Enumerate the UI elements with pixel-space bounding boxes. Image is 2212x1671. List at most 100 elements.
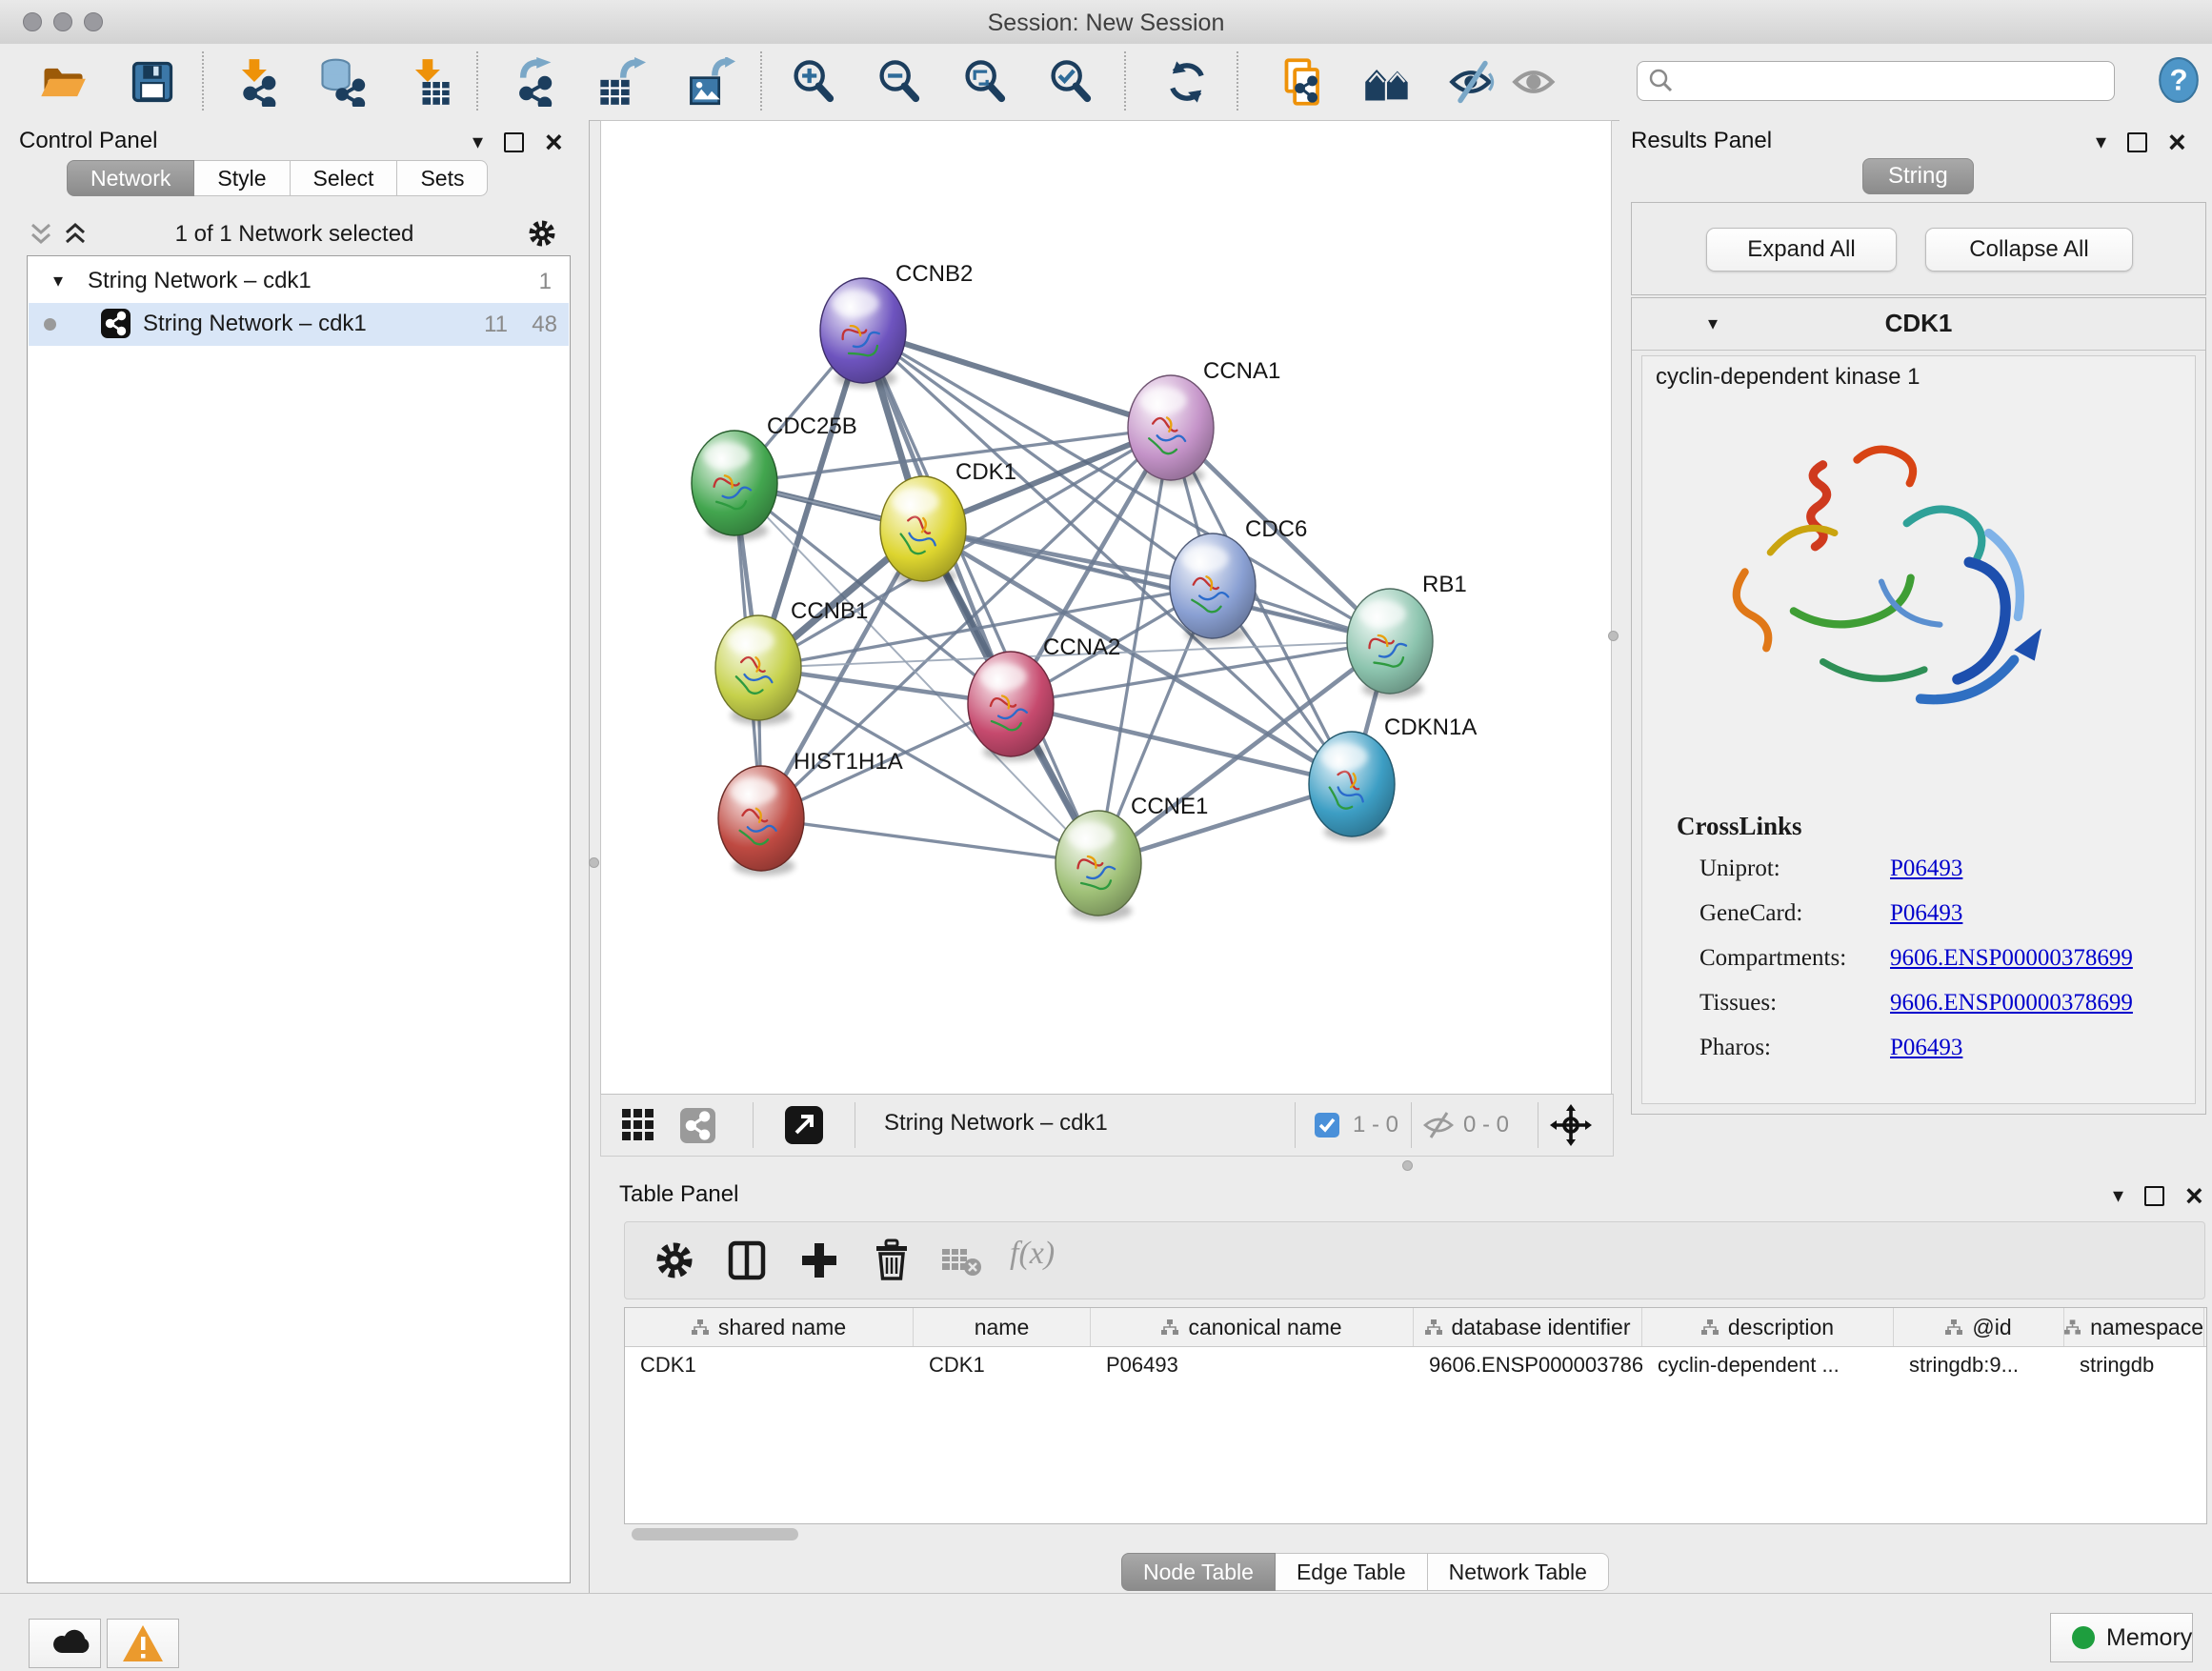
zoom-fit-icon[interactable] [960,57,1010,107]
home-icon[interactable] [1362,57,1412,107]
export-image-icon[interactable] [686,57,735,107]
zoom-in-icon[interactable] [789,57,838,107]
import-table-icon[interactable] [404,57,453,107]
collapse-all-button[interactable]: Collapse All [1925,228,2133,272]
show-columns-icon[interactable] [724,1238,770,1283]
column-header-name[interactable]: name [914,1308,1091,1346]
tab-edge-table[interactable]: Edge Table [1276,1553,1428,1591]
tab-network-table[interactable]: Network Table [1428,1553,1609,1591]
tab-style[interactable]: Style [194,160,290,196]
zoom-out-icon[interactable] [875,57,924,107]
bottom-splitter-handle[interactable] [1402,1160,1413,1171]
column-header-canonical-name[interactable]: canonical name [1091,1308,1414,1346]
network-node-rb1[interactable]: RB1 [1347,572,1467,698]
tab-sets[interactable]: Sets [397,160,488,196]
column-header-description[interactable]: description [1642,1308,1894,1346]
view-toolbar-separator [1411,1102,1412,1148]
crosslink-link[interactable]: 9606.ENSP00000378699 [1890,945,2133,972]
add-column-icon[interactable] [796,1238,842,1283]
network-node-ccna1[interactable]: CCNA1 [1128,358,1280,485]
crosslink-row: GeneCard:P06493 [1699,900,1802,927]
crosslinks-title: CrossLinks [1677,812,1802,841]
search-input[interactable] [1679,65,2102,95]
help-button[interactable]: ? [2155,56,2202,104]
close-panel-icon[interactable]: × [545,131,563,152]
network-node-cdc25b[interactable]: CDC25B [692,413,857,540]
network-node-cdkn1a[interactable]: CDKN1A [1309,715,1477,841]
first-neighbors-icon[interactable] [1280,57,1330,107]
export-table-icon[interactable] [596,57,646,107]
left-splitter-handle[interactable] [589,857,599,868]
network-collection-row[interactable]: ▾ String Network – cdk1 1 [29,260,569,303]
column-header--id[interactable]: @id [1894,1308,2064,1346]
function-builder-button[interactable]: f(x) [1010,1236,1055,1272]
network-edge[interactable] [863,331,1098,863]
network-node-ccnb2[interactable]: CCNB2 [820,261,973,388]
table-header-row: shared namenamecanonical namedatabase id… [625,1308,2206,1347]
crosslink-link[interactable]: P06493 [1890,1035,1962,1061]
float-panel-icon[interactable] [2127,132,2147,152]
network-edge[interactable] [761,818,1098,863]
right-splitter-handle[interactable] [1608,631,1619,641]
crosslink-label: GeneCard: [1699,900,1802,926]
network-status-dot [44,318,56,331]
open-view-window-icon[interactable] [785,1106,823,1144]
birdseye-grid-icon[interactable] [621,1108,655,1142]
tab-node-table[interactable]: Node Table [1121,1553,1276,1591]
save-session-icon[interactable] [128,57,177,107]
network-options-gear-icon[interactable] [526,217,558,250]
network-edge[interactable] [863,331,1171,428]
column-header-shared-name[interactable]: shared name [625,1308,914,1346]
panel-menu-icon[interactable]: ▾ [2113,1185,2123,1206]
network-node-count: 11 [484,312,508,338]
crosslink-link[interactable]: P06493 [1890,900,1962,927]
selected-checkbox[interactable] [1315,1113,1339,1137]
import-network-icon[interactable] [231,57,280,107]
expand-all-button[interactable]: Expand All [1706,228,1897,272]
gene-description: cyclin-dependent kinase 1 [1656,364,1920,391]
column-header-namespace[interactable]: namespace [2064,1308,2204,1346]
delete-table-icon[interactable] [941,1245,983,1278]
export-network-icon[interactable] [509,57,558,107]
tab-string[interactable]: String [1862,158,1974,194]
table-row[interactable]: CDK1CDK1P064939606.ENSP00000378699cyclin… [625,1347,2206,1383]
table-settings-gear-icon[interactable] [652,1238,697,1283]
cloud-button[interactable] [29,1619,101,1668]
show-graphics-icon[interactable] [1511,57,1560,107]
open-session-icon[interactable] [38,57,88,107]
tab-select[interactable]: Select [291,160,398,196]
network-node-cdk1[interactable]: CDK1 [880,459,1016,586]
delete-column-icon[interactable] [869,1238,915,1283]
float-panel-icon[interactable] [2144,1186,2164,1206]
network-node-hist1h1a[interactable]: HIST1H1A [718,749,903,876]
crosslink-link[interactable]: P06493 [1890,856,1962,882]
warning-button[interactable] [107,1619,179,1668]
network-node-ccnb1[interactable]: CCNB1 [715,598,868,725]
scrollbar-thumb[interactable] [632,1528,798,1540]
fit-content-crosshair-icon[interactable] [1550,1104,1592,1146]
network-row[interactable]: String Network – cdk1 11 48 [29,303,569,346]
memory-button[interactable]: Memory [2050,1613,2193,1662]
crosslink-link[interactable]: 9606.ENSP00000378699 [1890,990,2133,1017]
close-panel-icon[interactable]: × [2168,131,2186,152]
panel-menu-icon[interactable]: ▾ [2096,131,2106,152]
column-header-database-identifier[interactable]: database identifier [1414,1308,1642,1346]
network-canvas[interactable]: CCNB2CCNA1CDC25BCDK1CDC6RB1CCNB1CCNA2CDK… [600,120,1612,1095]
close-panel-icon[interactable]: × [2185,1185,2203,1206]
hidden-eye-icon[interactable] [1422,1110,1455,1140]
gene-section-header[interactable]: ▾ CDK1 [1632,298,2205,351]
panel-menu-icon[interactable]: ▾ [473,131,483,152]
refresh-icon[interactable] [1162,57,1212,107]
hide-graphics-icon[interactable] [1448,57,1498,107]
tab-network[interactable]: Network [67,160,194,196]
network-node-ccne1[interactable]: CCNE1 [1056,794,1208,920]
zoom-selected-icon[interactable] [1046,57,1096,107]
view-title: String Network – cdk1 [884,1110,1108,1137]
float-panel-icon[interactable] [504,132,524,152]
node-label: CCNE1 [1131,794,1208,819]
string-view-icon[interactable] [680,1108,715,1143]
collection-expand-icon[interactable]: ▾ [53,269,63,292]
node-label: HIST1H1A [794,749,903,775]
network-edge[interactable] [1011,704,1352,784]
import-database-icon[interactable] [316,57,366,107]
